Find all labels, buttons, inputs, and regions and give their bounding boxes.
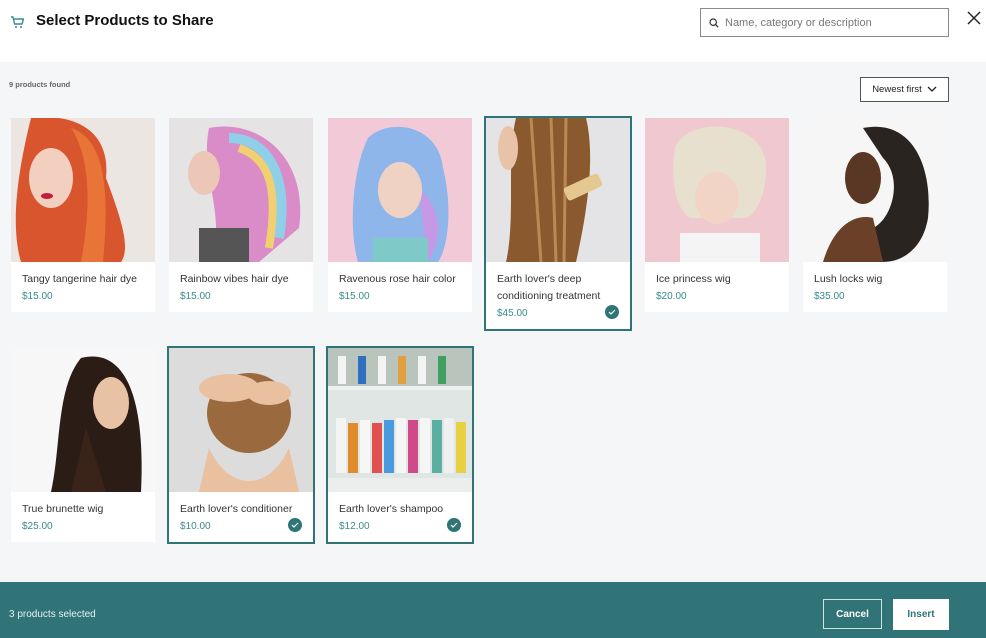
product-card[interactable]: Lush locks wig $35.00: [803, 118, 947, 312]
results-count: 9 products found: [9, 80, 71, 89]
product-image: [11, 348, 155, 492]
product-image: [328, 348, 472, 492]
insert-button[interactable]: Insert: [893, 599, 949, 630]
shopping-cart-icon: [11, 16, 25, 28]
product-name: Ravenous rose hair color: [339, 273, 456, 285]
product-price: $20.00: [656, 291, 687, 302]
search-icon: [709, 17, 719, 28]
selected-check-icon: [605, 305, 619, 319]
product-card[interactable]: Tangy tangerine hair dye $15.00: [11, 118, 155, 312]
selection-footer: 3 products selected Cancel Insert: [0, 582, 986, 638]
product-card[interactable]: Earth lover's conditioner $10.00: [167, 346, 315, 544]
product-price: $12.00: [339, 521, 370, 532]
product-price: $45.00: [497, 308, 528, 319]
product-name: Ice princess wig: [656, 273, 731, 285]
dialog-title: Select Products to Share: [36, 12, 214, 29]
product-price: $10.00: [180, 521, 211, 532]
product-name: Earth lover's shampoo: [339, 503, 444, 515]
product-image: [645, 118, 789, 262]
sort-selected-label: Newest first: [872, 84, 922, 95]
selected-check-icon: [447, 518, 461, 532]
product-card[interactable]: Rainbow vibes hair dye $15.00: [169, 118, 313, 312]
product-price: $15.00: [180, 291, 211, 302]
dialog-header: Select Products to Share: [0, 0, 986, 62]
product-price: $35.00: [814, 291, 845, 302]
product-name: Lush locks wig: [814, 273, 883, 285]
product-price: $15.00: [22, 291, 53, 302]
close-icon[interactable]: [966, 10, 982, 26]
product-name: Rainbow vibes hair dye: [180, 273, 289, 285]
product-name: Earth lover's conditioner: [180, 503, 293, 515]
product-image: [803, 118, 947, 262]
product-price: $25.00: [22, 521, 53, 532]
product-card[interactable]: Ravenous rose hair color $15.00: [328, 118, 472, 312]
product-name: True brunette wig: [22, 503, 104, 515]
search-box[interactable]: [700, 8, 949, 37]
cancel-button[interactable]: Cancel: [823, 599, 882, 629]
product-name: Tangy tangerine hair dye: [22, 273, 137, 285]
product-card[interactable]: Ice princess wig $20.00: [645, 118, 789, 312]
product-card[interactable]: Earth lover's deep conditioning treatmen…: [484, 116, 632, 331]
product-card[interactable]: Earth lover's shampoo $12.00: [326, 346, 474, 544]
product-image: [486, 118, 630, 262]
product-image: [169, 118, 313, 262]
chevron-down-icon: [927, 86, 937, 92]
product-card[interactable]: True brunette wig $25.00: [11, 348, 155, 542]
product-image: [169, 348, 313, 492]
product-image: [11, 118, 155, 262]
search-input[interactable]: [725, 16, 935, 29]
product-image: [328, 118, 472, 262]
product-price: $15.00: [339, 291, 370, 302]
selected-count: 3 products selected: [9, 609, 96, 620]
sort-dropdown[interactable]: Newest first: [860, 77, 949, 102]
selected-check-icon: [288, 518, 302, 532]
product-name: Earth lover's deep conditioning treatmen…: [497, 273, 601, 302]
